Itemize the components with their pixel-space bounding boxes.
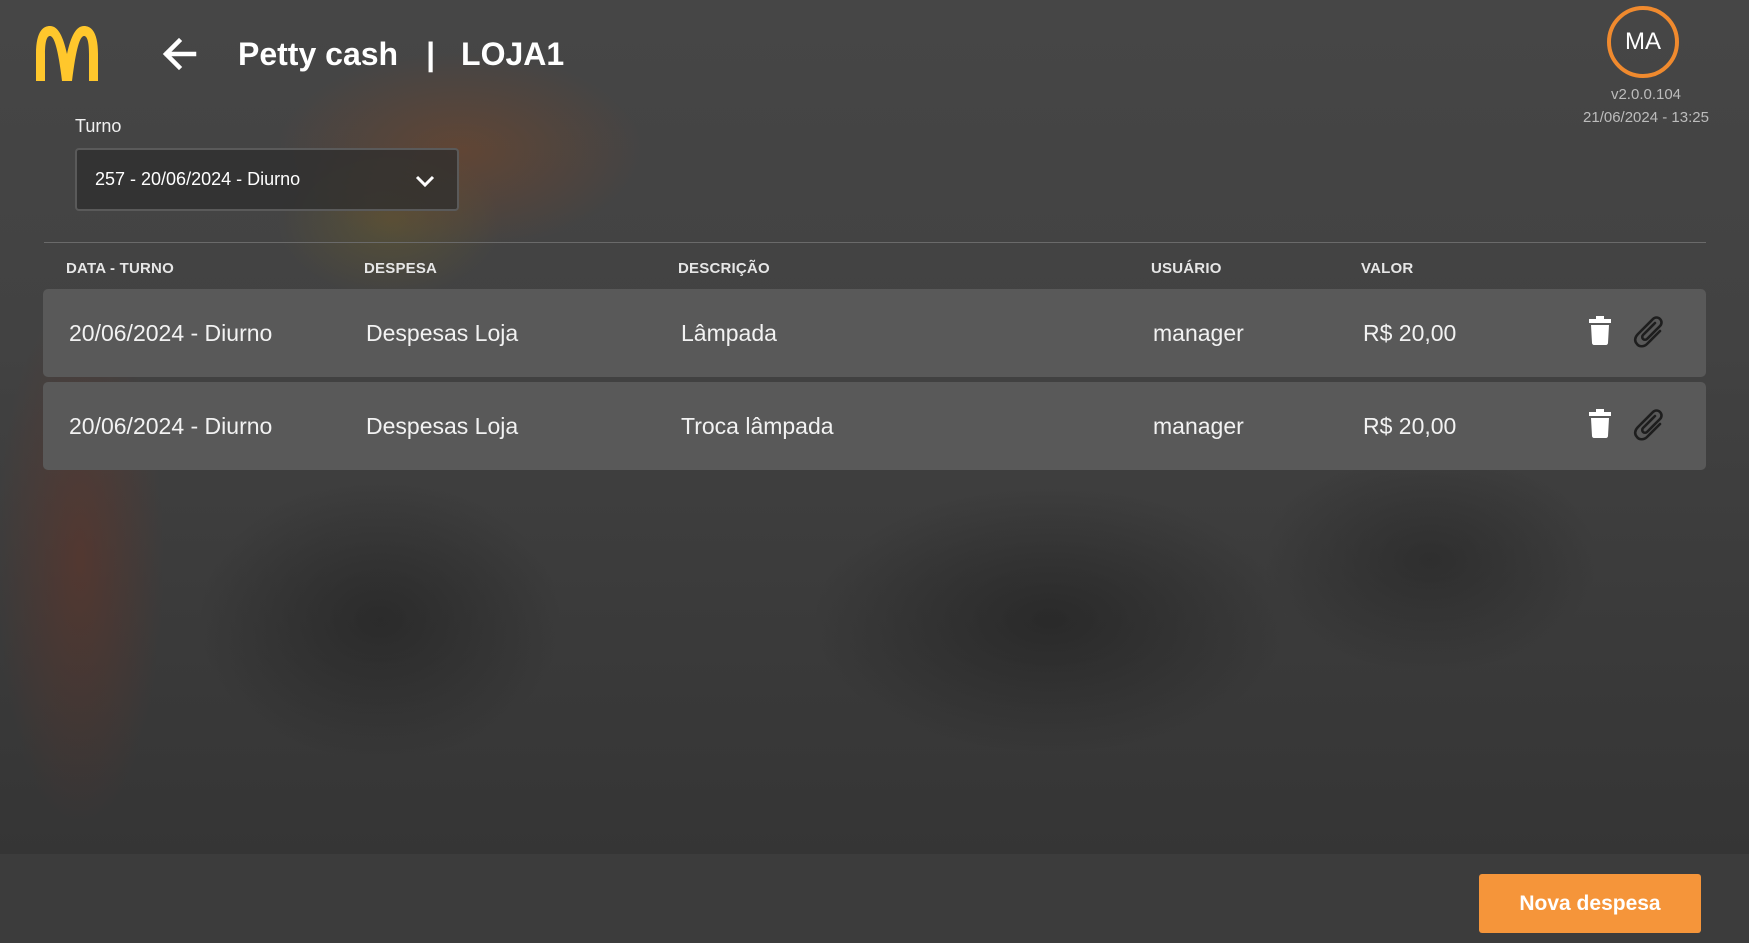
cell-despesa: Despesas Loja: [366, 320, 519, 346]
table-divider: [44, 242, 1706, 243]
cell-despesa: Despesas Loja: [366, 413, 519, 439]
new-expense-button[interactable]: Nova despesa: [1479, 874, 1701, 933]
column-header-valor: VALOR: [1361, 260, 1414, 277]
cell-data-turno: 20/06/2024 - Diurno: [69, 320, 273, 346]
user-avatar[interactable]: MA: [1607, 6, 1679, 78]
chevron-down-icon: [415, 175, 435, 188]
page-title: Petty cash | LOJA1: [238, 30, 564, 78]
trash-icon: [1589, 409, 1611, 438]
delete-button[interactable]: [1588, 408, 1612, 443]
column-header-descricao: DESCRIÇÃO: [678, 260, 770, 277]
avatar-initials: MA: [1625, 28, 1661, 55]
paperclip-icon: [1633, 409, 1663, 441]
delete-button[interactable]: [1588, 315, 1612, 350]
trash-icon: [1589, 316, 1611, 345]
paperclip-icon: [1633, 316, 1663, 348]
current-datetime: 21/06/2024 - 13:25: [1583, 109, 1709, 126]
column-header-despesa: DESPESA: [364, 260, 438, 277]
turno-selected-value: 257 - 20/06/2024 - Diurno: [95, 169, 301, 189]
store-name: LOJA1: [461, 36, 565, 72]
page-title-text: Petty cash: [238, 36, 399, 72]
table-row[interactable]: 20/06/2024 - Diurno Despesas Loja Lâmpad…: [43, 289, 1706, 377]
cell-descricao: Troca lâmpada: [681, 413, 834, 439]
back-button[interactable]: [158, 32, 202, 76]
cell-usuario: manager: [1153, 413, 1244, 439]
attach-button[interactable]: [1633, 406, 1673, 451]
app-version: v2.0.0.104: [1610, 86, 1682, 103]
column-header-data-turno: DATA - TURNO: [66, 260, 174, 277]
title-separator: |: [426, 36, 436, 72]
attach-button[interactable]: [1633, 313, 1673, 358]
golden-arches-logo: [36, 26, 98, 81]
cell-usuario: manager: [1153, 320, 1244, 346]
turno-select[interactable]: 257 - 20/06/2024 - Diurno: [75, 148, 459, 211]
cell-valor: R$ 20,00: [1363, 413, 1457, 439]
column-header-usuario: USUÁRIO: [1151, 260, 1222, 277]
turno-label: Turno: [75, 116, 122, 136]
arrow-left-icon: [162, 37, 197, 71]
table-row[interactable]: 20/06/2024 - Diurno Despesas Loja Troca …: [43, 382, 1706, 470]
cell-valor: R$ 20,00: [1363, 320, 1457, 346]
cell-descricao: Lâmpada: [681, 320, 777, 346]
cell-data-turno: 20/06/2024 - Diurno: [69, 413, 273, 439]
